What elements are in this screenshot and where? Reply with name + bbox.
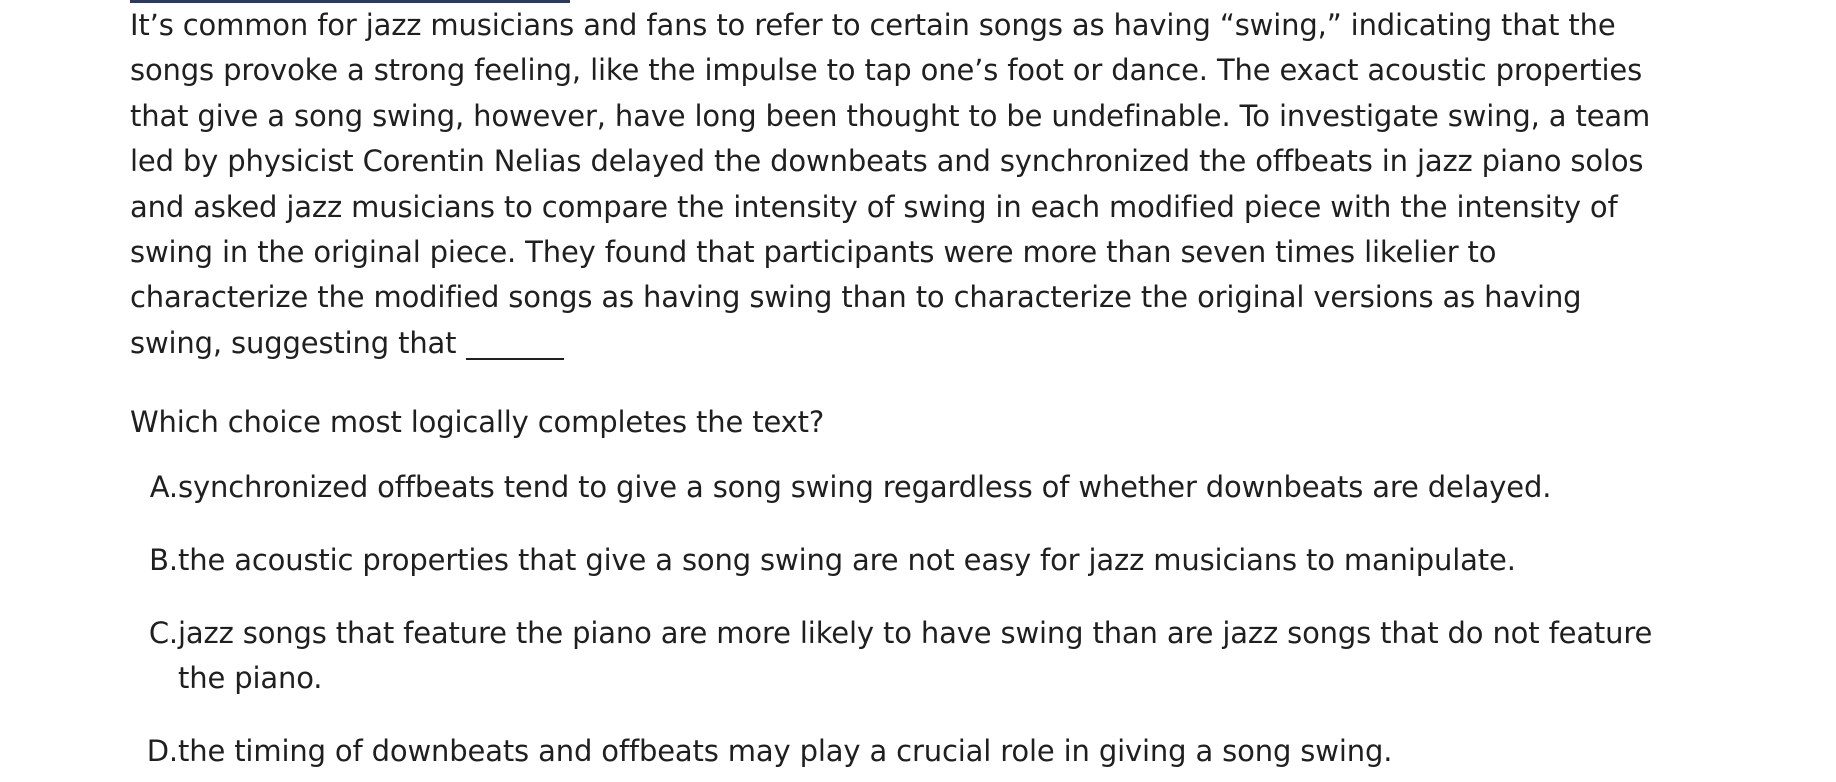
passage: It’s common for jazz musicians and fans … xyxy=(130,0,1660,366)
choice-letter: A. xyxy=(149,470,178,505)
choice-text: the acoustic properties that give a song… xyxy=(178,543,1516,578)
choice-letter: D. xyxy=(146,734,178,769)
choice-b[interactable]: B. the acoustic properties that give a s… xyxy=(130,538,1660,583)
choice-d[interactable]: D. the timing of downbeats and offbeats … xyxy=(130,729,1660,774)
choice-text: jazz songs that feature the piano are mo… xyxy=(178,616,1653,696)
answer-blank xyxy=(466,357,565,360)
choice-letter: B. xyxy=(149,543,178,578)
answer-choices: A. synchronized offbeats tend to give a … xyxy=(130,465,1660,774)
choice-c[interactable]: C. jazz songs that feature the piano are… xyxy=(130,611,1660,701)
question-prompt: Which choice most logically completes th… xyxy=(130,405,825,440)
choice-text: the timing of downbeats and offbeats may… xyxy=(178,734,1393,769)
choice-text: synchronized offbeats tend to give a son… xyxy=(178,470,1552,505)
choice-letter: C. xyxy=(148,616,178,651)
passage-text: It’s common for jazz musicians and fans … xyxy=(130,8,1651,360)
question-content: It’s common for jazz musicians and fans … xyxy=(130,0,1660,782)
choice-a[interactable]: A. synchronized offbeats tend to give a … xyxy=(130,465,1660,510)
